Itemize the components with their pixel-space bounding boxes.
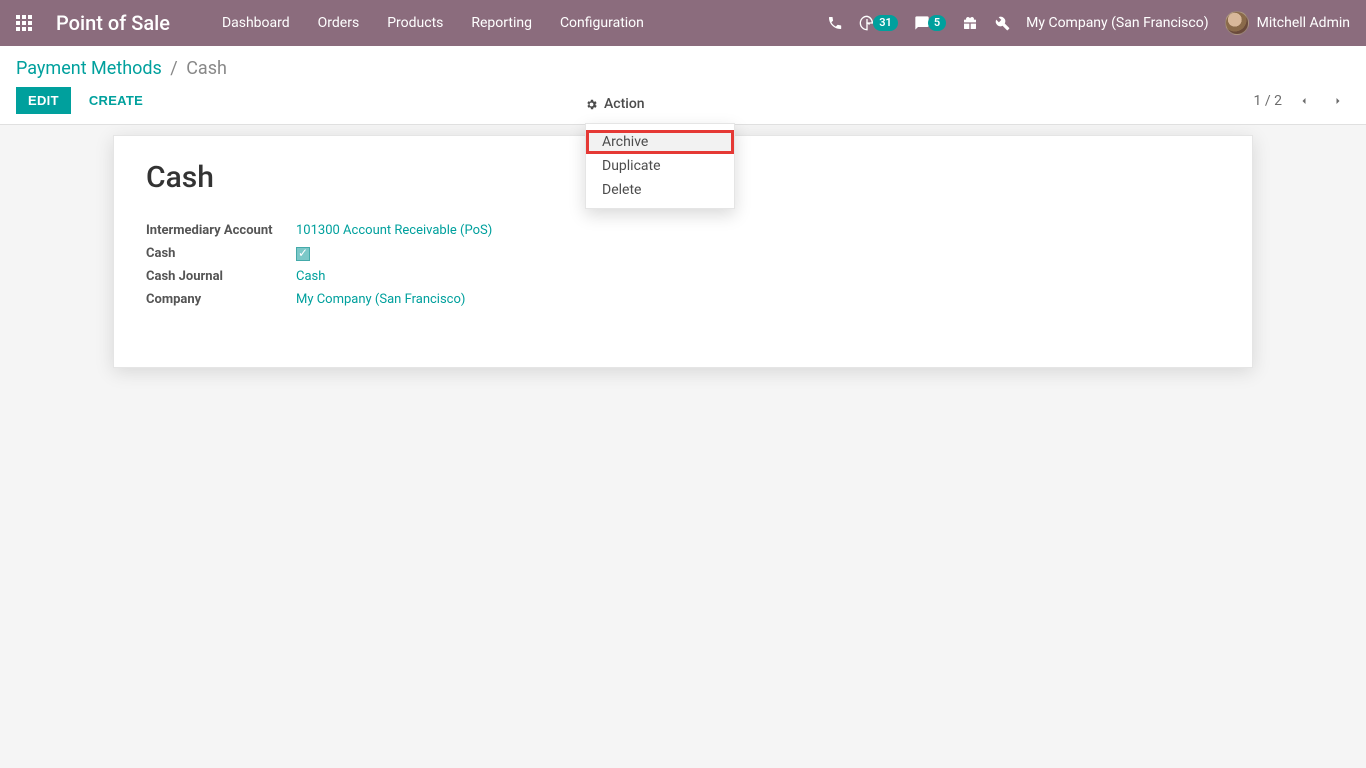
action-duplicate[interactable]: Duplicate <box>586 154 734 178</box>
gift-icon[interactable] <box>962 15 978 31</box>
activity-badge: 31 <box>873 15 898 31</box>
nav-orders[interactable]: Orders <box>306 9 372 37</box>
pager-prev[interactable] <box>1292 89 1316 113</box>
nav-links: Dashboard Orders Products Reporting Conf… <box>210 9 656 37</box>
field-label: Cash <box>146 246 296 261</box>
action-archive[interactable]: Archive <box>586 130 734 154</box>
gear-icon <box>585 98 598 111</box>
breadcrumb: Payment Methods / Cash <box>16 58 1350 79</box>
field-label: Company <box>146 292 296 307</box>
field-intermediary-account: Intermediary Account 101300 Account Rece… <box>146 223 1220 238</box>
top-navbar: Point of Sale Dashboard Orders Products … <box>0 0 1366 46</box>
tools-icon[interactable] <box>994 15 1010 31</box>
field-label: Cash Journal <box>146 269 296 284</box>
breadcrumb-separator: / <box>170 58 177 79</box>
nav-right: 31 5 My Company (San Francisco) Mitchell… <box>827 11 1350 35</box>
field-company: Company My Company (San Francisco) <box>146 292 1220 307</box>
checkbox-readonly <box>296 247 310 261</box>
field-value-link[interactable]: 101300 Account Receivable (PoS) <box>296 223 492 238</box>
field-label: Intermediary Account <box>146 223 296 238</box>
breadcrumb-current: Cash <box>186 58 227 79</box>
field-value-link[interactable]: My Company (San Francisco) <box>296 292 465 307</box>
pager-next[interactable] <box>1326 89 1350 113</box>
create-button[interactable]: CREATE <box>77 87 155 114</box>
nav-products[interactable]: Products <box>375 9 455 37</box>
pager: 1 / 2 <box>1254 89 1350 113</box>
action-toggle[interactable]: Action <box>585 96 645 112</box>
nav-configuration[interactable]: Configuration <box>548 9 656 37</box>
action-label: Action <box>604 96 645 112</box>
field-cash-journal: Cash Journal Cash <box>146 269 1220 284</box>
phone-icon[interactable] <box>827 15 843 31</box>
control-bar: Payment Methods / Cash EDIT CREATE 1 / 2… <box>0 46 1366 125</box>
app-brand[interactable]: Point of Sale <box>56 11 170 35</box>
action-menu: Action Archive Duplicate Delete <box>585 96 645 112</box>
nav-dashboard[interactable]: Dashboard <box>210 9 302 37</box>
user-name: Mitchell Admin <box>1257 15 1350 31</box>
avatar <box>1225 11 1249 35</box>
field-cash: Cash <box>146 246 1220 261</box>
user-menu[interactable]: Mitchell Admin <box>1225 11 1350 35</box>
nav-reporting[interactable]: Reporting <box>459 9 544 37</box>
action-delete[interactable]: Delete <box>586 178 734 202</box>
activity-icon[interactable]: 31 <box>859 15 898 31</box>
company-switcher[interactable]: My Company (San Francisco) <box>1026 15 1208 31</box>
apps-icon[interactable] <box>16 15 32 31</box>
breadcrumb-parent[interactable]: Payment Methods <box>16 58 162 79</box>
field-value-link[interactable]: Cash <box>296 269 325 284</box>
edit-button[interactable]: EDIT <box>16 87 71 114</box>
messages-badge: 5 <box>928 15 946 31</box>
action-dropdown: Archive Duplicate Delete <box>585 123 735 209</box>
messages-icon[interactable]: 5 <box>914 15 946 31</box>
pager-text: 1 / 2 <box>1254 93 1282 109</box>
